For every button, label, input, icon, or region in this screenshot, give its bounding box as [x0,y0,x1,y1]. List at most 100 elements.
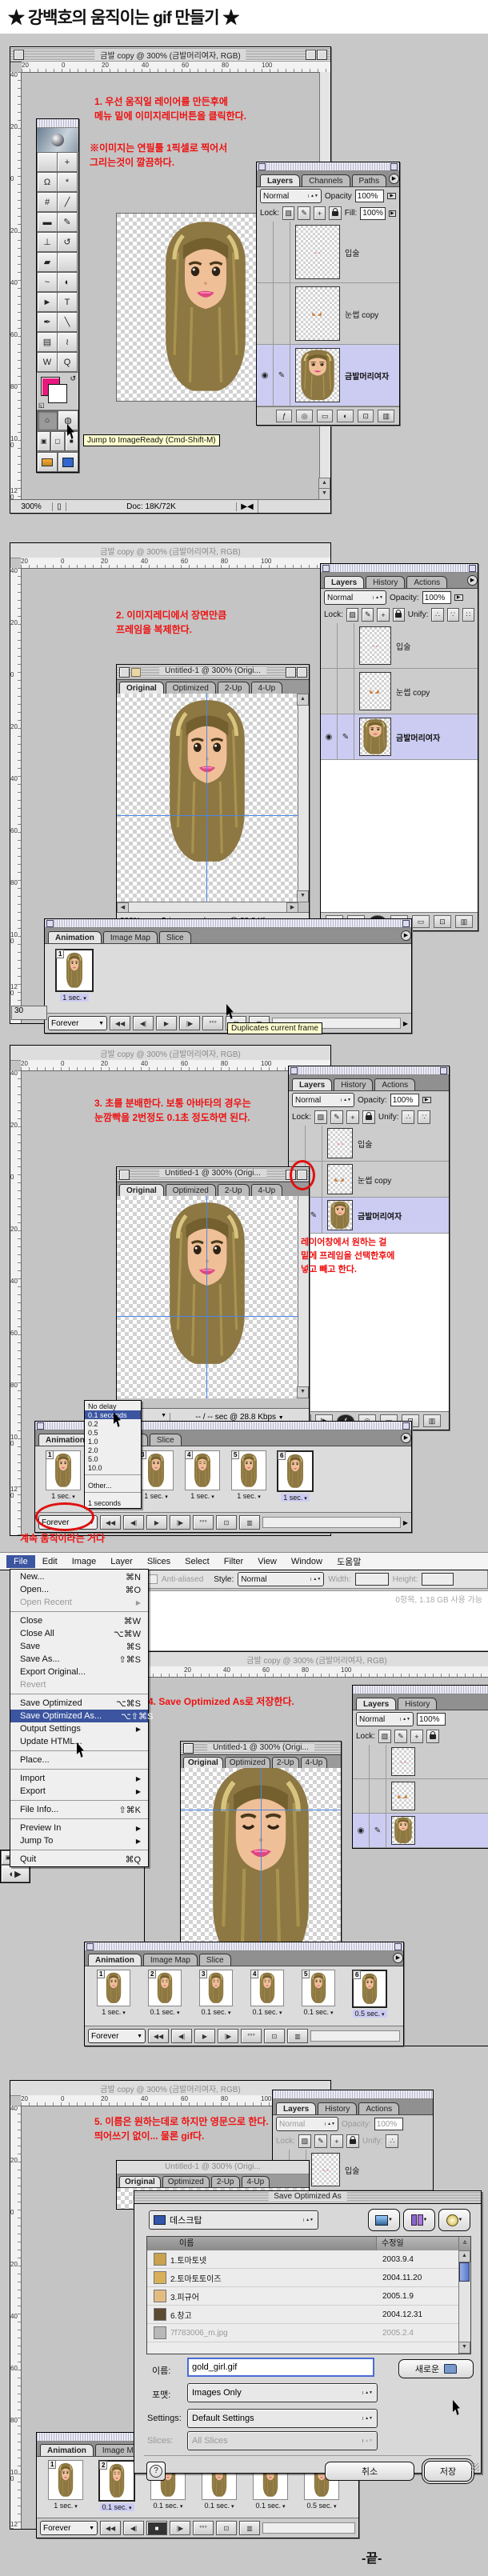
link-paint-column[interactable]: ✎ [274,345,290,406]
layer-thumbnail[interactable] [359,718,391,756]
delay-menu-item[interactable]: 0.2 [85,1419,141,1428]
tab-4up[interactable]: 4-Up [251,682,283,694]
tween-icon[interactable]: °°° [202,1016,223,1030]
dodge-tool[interactable]: ◐ [57,272,78,292]
tab-imagemap[interactable]: Image Map [103,931,158,943]
tab-2up[interactable]: 2-Up [272,1757,299,1768]
unify-position-icon[interactable]: ∴ [402,1110,414,1124]
tab-slice[interactable]: Slice [150,1434,182,1446]
blend-mode-select[interactable]: Normal▲▼ [292,1093,354,1107]
tab-slice[interactable]: Slice [159,931,191,943]
animation-frame[interactable]: 6 0.5 sec. [344,1970,395,2022]
next-frame-icon[interactable]: |▶ [218,2029,238,2043]
tab-optimized[interactable]: Optimized [166,682,216,694]
layer-thumbnail[interactable] [295,286,340,341]
jump-to-imageready-icon[interactable] [58,452,78,472]
first-frame-icon[interactable]: ◀◀ [148,2029,169,2043]
tab-layers[interactable]: Layers [276,2102,316,2114]
file-menu-item[interactable]: New... ⌘N ▶ [10,1570,148,1583]
tab-optimized[interactable]: Optimized [166,1184,216,1196]
delete-frame-icon[interactable]: ▥ [239,2521,260,2535]
link-paint-column[interactable] [338,623,354,668]
layer-row[interactable] [353,1745,488,1779]
layer-name[interactable]: 눈썹 copy [396,686,430,698]
eyedropper-tool[interactable]: ≀ [57,332,78,352]
scroll-down-icon[interactable]: ▼ [318,488,330,500]
delete-frame-icon[interactable]: ▥ [239,1515,260,1530]
file-menu-item[interactable]: Revert ▶ [10,1678,148,1691]
play-icon[interactable]: ▶ [156,1016,177,1030]
layer-name[interactable]: 입술 [345,246,359,258]
layer-row[interactable]: ◉ ✎ [353,1814,488,1848]
tab-original[interactable]: Original [119,2176,161,2187]
previous-frame-icon[interactable]: ◀| [123,2521,144,2535]
tab-4up[interactable]: 4-Up [242,2176,270,2187]
frame-delay-select[interactable]: 1 sec. [190,1492,214,1500]
anti-aliased-checkbox[interactable] [148,1574,158,1584]
duplicate-frame-icon[interactable]: ⊡ [216,2521,237,2535]
horizontal-scrollbar[interactable]: ◀▶ [117,902,298,913]
style-select[interactable]: Normal▲▼ [238,1572,324,1586]
lock-all-icon[interactable] [393,608,405,622]
stop-icon[interactable]: ■ [146,2521,167,2535]
animation-frame[interactable]: 1 1 sec. [40,1450,86,1508]
loop-select[interactable]: Forever▼ [40,2521,98,2535]
layer-thumbnail[interactable] [391,1747,415,1776]
move-tool[interactable]: + [57,152,78,172]
tab-original[interactable]: Original [183,1757,223,1768]
tab-2up[interactable]: 2-Up [218,682,250,694]
standard-screen-button[interactable]: ▣ [37,431,50,451]
delay-menu-item[interactable]: 2.0 [85,1446,141,1454]
close-box-icon[interactable] [14,50,24,60]
scroll-thumb[interactable] [459,2262,470,2282]
file-menu-item[interactable]: Save Optimized ⌥⌘S ▶ [10,1697,148,1710]
file-menu-item[interactable]: ▶ [10,1609,148,1614]
delay-menu-item[interactable]: 10.0 [85,1463,141,1472]
default-colors-icon[interactable]: ◱ [38,402,45,409]
animation-frame[interactable]: 3 0.1 sec. [190,1970,242,2022]
tab-layers[interactable]: Layers [324,576,364,588]
sort-order-icon[interactable]: ≛ [458,2237,470,2250]
layer-set-icon[interactable]: ▭ [412,915,430,928]
delay-menu-item[interactable]: 0.1 seconds [85,1410,141,1419]
format-select[interactable]: Images Only▲▼ [187,2383,378,2402]
palette-menu-icon[interactable]: ▶ [389,174,399,184]
list-scrollbar[interactable]: ▲ ▼ [458,2250,470,2354]
lock-position-icon[interactable]: + [330,2134,343,2148]
link-paint-column[interactable]: ✎ [370,1814,386,1847]
layer-row[interactable]: ◉ ✎ 금발머리여자 [289,1198,449,1234]
palette-scrollbar[interactable] [310,2030,400,2042]
jump-to-photoshop-icon[interactable]: ◐▶ [1,1865,30,1882]
first-frame-icon[interactable]: ◀◀ [100,2521,121,2535]
visibility-toggle[interactable] [257,222,274,282]
file-menu-item[interactable]: Import ▶ [10,1772,148,1785]
link-paint-column[interactable] [274,222,290,282]
frame-delay-select[interactable]: 0.1 sec. [100,2503,134,2511]
file-menu-item[interactable]: ▶ [10,1816,148,1822]
frame-delay-select[interactable]: 0.1 sec. [304,2008,334,2016]
delete-layer-icon[interactable]: ▥ [455,915,473,928]
vertical-scrollbar[interactable]: ▲▼ [298,694,309,902]
layer-name[interactable]: 금발머리여자 [358,1210,402,1222]
blend-mode-select[interactable]: Normal▲▼ [276,2117,338,2131]
layer-thumbnail[interactable] [327,1164,353,1194]
duplicate-frame-icon[interactable]: ⊡ [264,2029,285,2043]
layer-row[interactable]: 눈썹 copy [321,669,478,714]
visibility-toggle[interactable] [257,283,274,344]
tab-layers[interactable]: Layers [292,1078,332,1090]
lock-image-icon[interactable]: ✎ [362,608,374,622]
unify-style-icon[interactable]: ∷ [462,608,474,622]
first-frame-icon[interactable]: ◀◀ [100,1515,121,1530]
file-menu-item[interactable]: Export ▶ [10,1785,148,1798]
tab-animation[interactable]: Animation [48,931,102,943]
file-menu-item[interactable]: ▶ [10,1847,148,1853]
link-paint-column[interactable] [370,1745,386,1778]
tab-animation[interactable]: Animation [88,1954,142,1966]
brush-tool[interactable]: ✎ [57,212,78,232]
frame-delay-select[interactable]: 1 sec. [281,1494,309,1502]
lock-transparency-icon[interactable]: ▨ [378,1730,391,1743]
rect-marquee-tool[interactable] [37,152,58,172]
notes-tool[interactable]: ▤ [37,332,58,352]
file-row[interactable]: 7f783006_m.jpg 2005.2.4 [147,2324,459,2342]
file-menu-item[interactable]: ▶ [10,1691,148,1697]
